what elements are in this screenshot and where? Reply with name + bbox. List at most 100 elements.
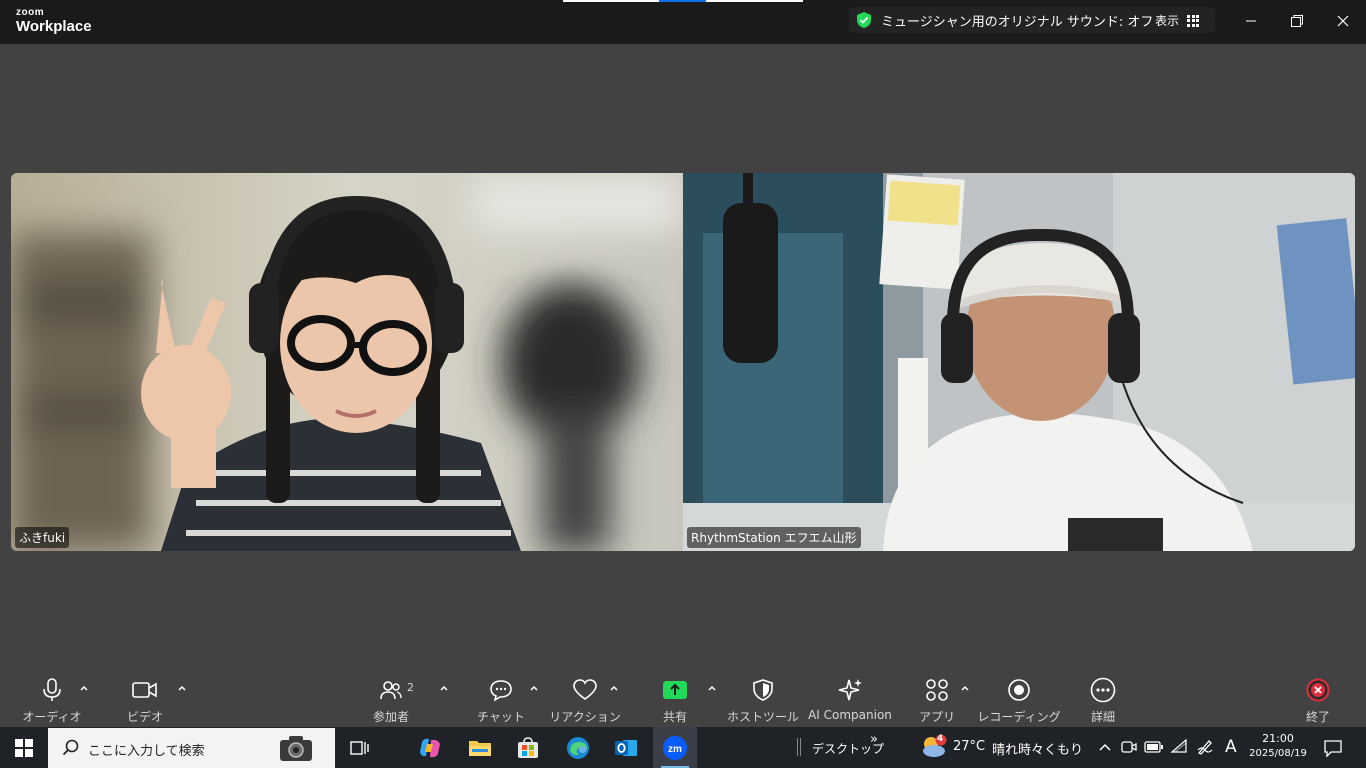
svg-text:zm: zm [668, 744, 682, 755]
taskbar-copilot[interactable] [408, 727, 452, 768]
wifi-icon[interactable] [1170, 739, 1188, 755]
end-label: 終了 [1305, 710, 1330, 724]
audio-options-chevron-up-icon[interactable] [78, 682, 90, 694]
share-screen-icon [663, 681, 687, 699]
clock[interactable]: 21:00 2025/08/19 [1246, 730, 1310, 766]
more-ellipsis-icon [1090, 677, 1116, 703]
task-view-icon [350, 740, 369, 755]
participant-video-fuki[interactable]: ふきfuki [11, 173, 683, 551]
ime-mode-indicator[interactable]: A [1225, 737, 1237, 757]
close-button[interactable] [1329, 8, 1357, 34]
edge-browser-icon [567, 736, 589, 759]
heart-icon [573, 679, 597, 700]
audio-button[interactable]: オーディオ [22, 672, 82, 727]
start-button[interactable] [0, 727, 48, 768]
zoom-window: zoom Workplace ミュージシャン用のオリジナル サウンド: オフ 表… [0, 0, 1366, 768]
microphone-icon [43, 678, 61, 701]
audio-label: オーディオ [22, 710, 82, 724]
apps-options-chevron-up-icon[interactable] [959, 682, 971, 694]
share-label: 共有 [662, 710, 687, 724]
video-options-chevron-up-icon[interactable] [176, 682, 188, 694]
shield-check-icon [857, 12, 871, 28]
ai-sparkle-icon [838, 679, 862, 701]
participant-video-image [683, 173, 1355, 551]
minimize-button[interactable] [1237, 8, 1265, 34]
taskbar-outlook[interactable] [604, 727, 648, 768]
participant-video-image [11, 173, 683, 551]
end-x-icon [1306, 678, 1330, 702]
participants-options-chevron-up-icon[interactable] [438, 682, 450, 694]
weather-partly-cloudy-icon [923, 734, 947, 757]
participant-name-tag: RhythmStation エフエム山形 [687, 527, 861, 548]
video-camera-icon [132, 682, 157, 698]
copilot-icon [420, 738, 440, 757]
meet-now-icon[interactable] [1120, 738, 1138, 756]
video-label: ビデオ [126, 710, 163, 724]
video-button[interactable]: ビデオ [120, 672, 170, 727]
task-view-button[interactable] [338, 727, 382, 768]
apps-button[interactable]: アプリ [918, 672, 956, 727]
taskbar-file-explorer[interactable] [458, 727, 502, 768]
tray-chevron-up-icon[interactable] [1098, 741, 1112, 753]
apps-icon [926, 679, 948, 701]
close-icon [1337, 15, 1349, 27]
chat-label: チャット [477, 710, 525, 724]
search-icon [62, 739, 79, 756]
more-button[interactable]: 詳細 [1083, 672, 1123, 727]
taskbar-divider [797, 738, 801, 756]
folder-icon [469, 740, 491, 756]
reactions-label: リアクション [549, 710, 621, 724]
weather-description[interactable]: 晴れ時々くもり [992, 739, 1083, 758]
restore-button[interactable] [1283, 8, 1311, 34]
battery-icon[interactable] [1144, 740, 1164, 754]
participant-name-tag: ふきfuki [15, 527, 70, 548]
taskbar-edge[interactable] [556, 727, 600, 768]
host-tools-label: ホストツール [727, 710, 800, 724]
camera-icon [280, 736, 312, 761]
participants-icon [380, 681, 402, 700]
recording-label: レコーディング [977, 710, 1061, 724]
search-placeholder: ここに入力して検索 [88, 744, 205, 759]
participants-count: 2 [407, 681, 414, 694]
host-tools-button[interactable]: ホストツール [727, 672, 800, 727]
windows-logo-icon [15, 738, 33, 757]
record-icon [1008, 679, 1030, 701]
end-meeting-button[interactable]: 終了 [1299, 672, 1337, 727]
logo-workplace-text: Workplace [16, 18, 92, 35]
grid-icon [1187, 14, 1200, 27]
notification-center-icon[interactable] [1323, 738, 1343, 758]
weather-temperature[interactable]: 27°C [953, 739, 985, 754]
original-sound-label: ミュージシャン用のオリジナル サウンド: オフ [881, 14, 1154, 30]
participant-video-rhythmstation[interactable]: RhythmStation エフエム山形 [683, 173, 1355, 551]
active-speaker-indicator [563, 0, 803, 2]
pen-input-icon[interactable] [1196, 738, 1214, 756]
ai-companion-label: AI Companion [808, 708, 892, 722]
share-button[interactable]: 共有 [656, 672, 694, 727]
desktop-toolbar-chevron[interactable]: » [870, 732, 878, 747]
chat-icon [490, 680, 512, 701]
view-button[interactable]: 表示 [1155, 12, 1200, 29]
more-label: 詳細 [1090, 710, 1115, 724]
outlook-icon [615, 739, 637, 756]
participants-label: 参加者 [372, 710, 409, 724]
chat-button[interactable]: チャット [476, 672, 526, 727]
weather-widget-icon-wrap[interactable]: 4 [918, 731, 948, 763]
reactions-options-chevron-up-icon[interactable] [608, 682, 620, 694]
taskbar-zoom[interactable]: zm [653, 727, 697, 768]
reactions-button[interactable]: リアクション [549, 672, 621, 727]
share-options-chevron-up-icon[interactable] [706, 682, 718, 694]
weather-badge-count: 4 [937, 734, 944, 744]
ai-companion-button[interactable]: AI Companion [808, 672, 892, 727]
recording-button[interactable]: レコーディング [977, 672, 1061, 727]
zoom-app-icon: zm [663, 735, 687, 760]
taskbar-search-input[interactable]: ここに入力して検索 [48, 728, 335, 768]
taskbar-microsoft-store[interactable] [506, 727, 550, 768]
apps-label: アプリ [918, 710, 955, 724]
zoom-logo: zoom Workplace [16, 7, 92, 35]
logo-zoom-text: zoom [16, 7, 45, 18]
host-tools-shield-icon [753, 679, 773, 701]
chat-options-chevron-up-icon[interactable] [528, 682, 540, 694]
minimize-icon [1246, 20, 1256, 22]
store-icon [518, 736, 538, 758]
clock-time: 21:00 [1262, 732, 1294, 745]
